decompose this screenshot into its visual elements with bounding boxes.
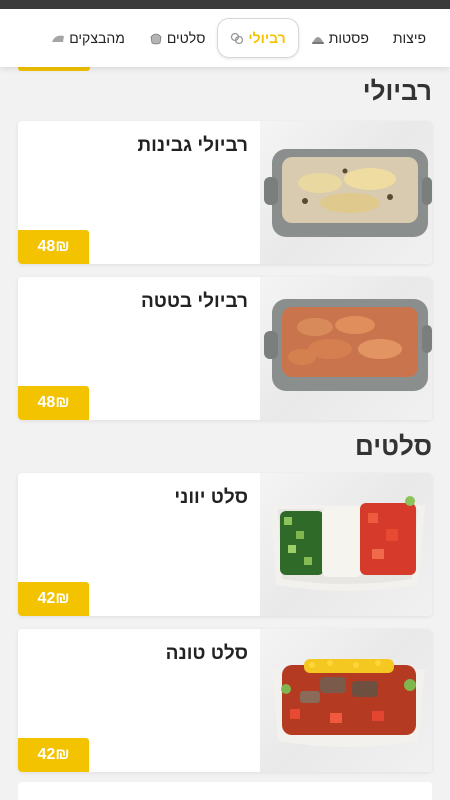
status-bar: [0, 0, 450, 9]
price-badge: 48₪: [18, 230, 89, 264]
item-name: סלט יווני: [174, 487, 248, 508]
tab-pizzas[interactable]: פיצות: [381, 18, 450, 58]
menu-item-card[interactable]: סלט טונה 42₪: [18, 629, 432, 772]
salad-icon: [150, 33, 162, 45]
tab-doughs[interactable]: מהבצקים: [39, 18, 137, 58]
tab-label: מהבצקים: [69, 30, 125, 46]
menu-item-card[interactable]: סלט יווני 42₪: [18, 473, 432, 616]
ravioli-icon: [231, 32, 244, 45]
tab-ravioli[interactable]: רביולי: [217, 18, 299, 58]
dough-icon: [52, 35, 65, 42]
item-name: רביולי בטטה: [140, 291, 248, 312]
section-title-salads: סלטים: [355, 431, 432, 461]
previous-item-price-peek: [18, 67, 90, 71]
item-name: רביולי גבינות: [137, 135, 248, 156]
price-badge: 42₪: [18, 582, 89, 616]
section-title-ravioli: רביולי: [362, 76, 432, 106]
category-tab-bar: פיצות פסטות רביולי סלטים מהבצקים: [0, 9, 450, 67]
greek-salad-image: [260, 473, 432, 616]
menu-item-card[interactable]: רביולי בטטה 48₪: [18, 277, 432, 420]
menu-item-card[interactable]: רביולי גבינות 48₪: [18, 121, 432, 264]
next-item-card-peek[interactable]: [18, 782, 432, 800]
cheese-ravioli-image: [260, 121, 432, 264]
sweet-potato-ravioli-image: [260, 277, 432, 420]
price-badge: 42₪: [18, 738, 89, 772]
pasta-icon: [311, 37, 324, 44]
tab-label: סלטים: [166, 30, 206, 46]
price-badge: 48₪: [18, 386, 89, 420]
tab-label: רביולי: [248, 30, 286, 46]
item-name: סלט טונה: [165, 643, 248, 664]
tab-salads[interactable]: סלטים: [137, 18, 218, 58]
tab-label: פסטות: [328, 30, 369, 46]
tuna-salad-image: [260, 629, 432, 772]
tab-label: פיצות: [392, 30, 426, 46]
tab-pastas[interactable]: פסטות: [299, 18, 381, 58]
